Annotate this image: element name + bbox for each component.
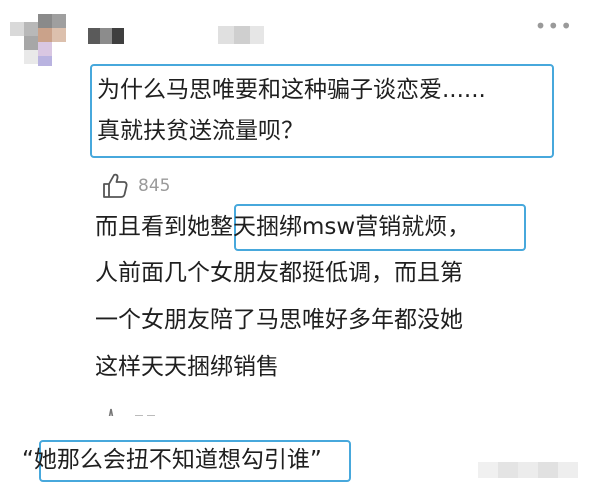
thumbs-up-icon xyxy=(103,173,128,198)
quote-text: 她那么会扭不知道想勾引谁 xyxy=(33,447,310,473)
cut-off-icon xyxy=(108,408,155,416)
reply-line-1: 而且看到她整天捆绑msw营销就烦， xyxy=(95,212,470,242)
cut-off-row xyxy=(103,404,173,416)
reply-line-2: 人前面几个女朋友都挺低调，而且第 xyxy=(95,260,463,286)
reply-line-1-post: ， xyxy=(447,214,471,240)
reply-line-4: 这样天天捆绑销售 xyxy=(95,354,279,380)
reply-line-1-pre: 而且看到她 xyxy=(95,214,210,240)
comment-line-1: 为什么马思唯要和这种骗子谈恋爱...... xyxy=(97,77,486,103)
watermark-blurred xyxy=(478,460,578,480)
reply-line-3: 一个女朋友陪了马思唯好多年都没她 xyxy=(95,307,463,333)
more-dots-icon[interactable]: ••• xyxy=(535,16,573,36)
username-blurred[interactable] xyxy=(88,28,124,44)
like-button[interactable]: 845 xyxy=(100,171,170,201)
quote-line: “她那么会扭不知道想勾引谁” xyxy=(22,445,322,475)
meta-blurred xyxy=(218,26,264,44)
quote-close: ” xyxy=(309,447,322,473)
avatar[interactable] xyxy=(10,14,68,66)
quote-open: “ xyxy=(22,447,34,473)
comment-line-2: 真就扶贫送流量呗？ xyxy=(97,118,304,144)
reply-line-1-highlight: 整天捆绑msw营销就烦 xyxy=(210,214,448,240)
like-count: 845 xyxy=(138,176,171,196)
